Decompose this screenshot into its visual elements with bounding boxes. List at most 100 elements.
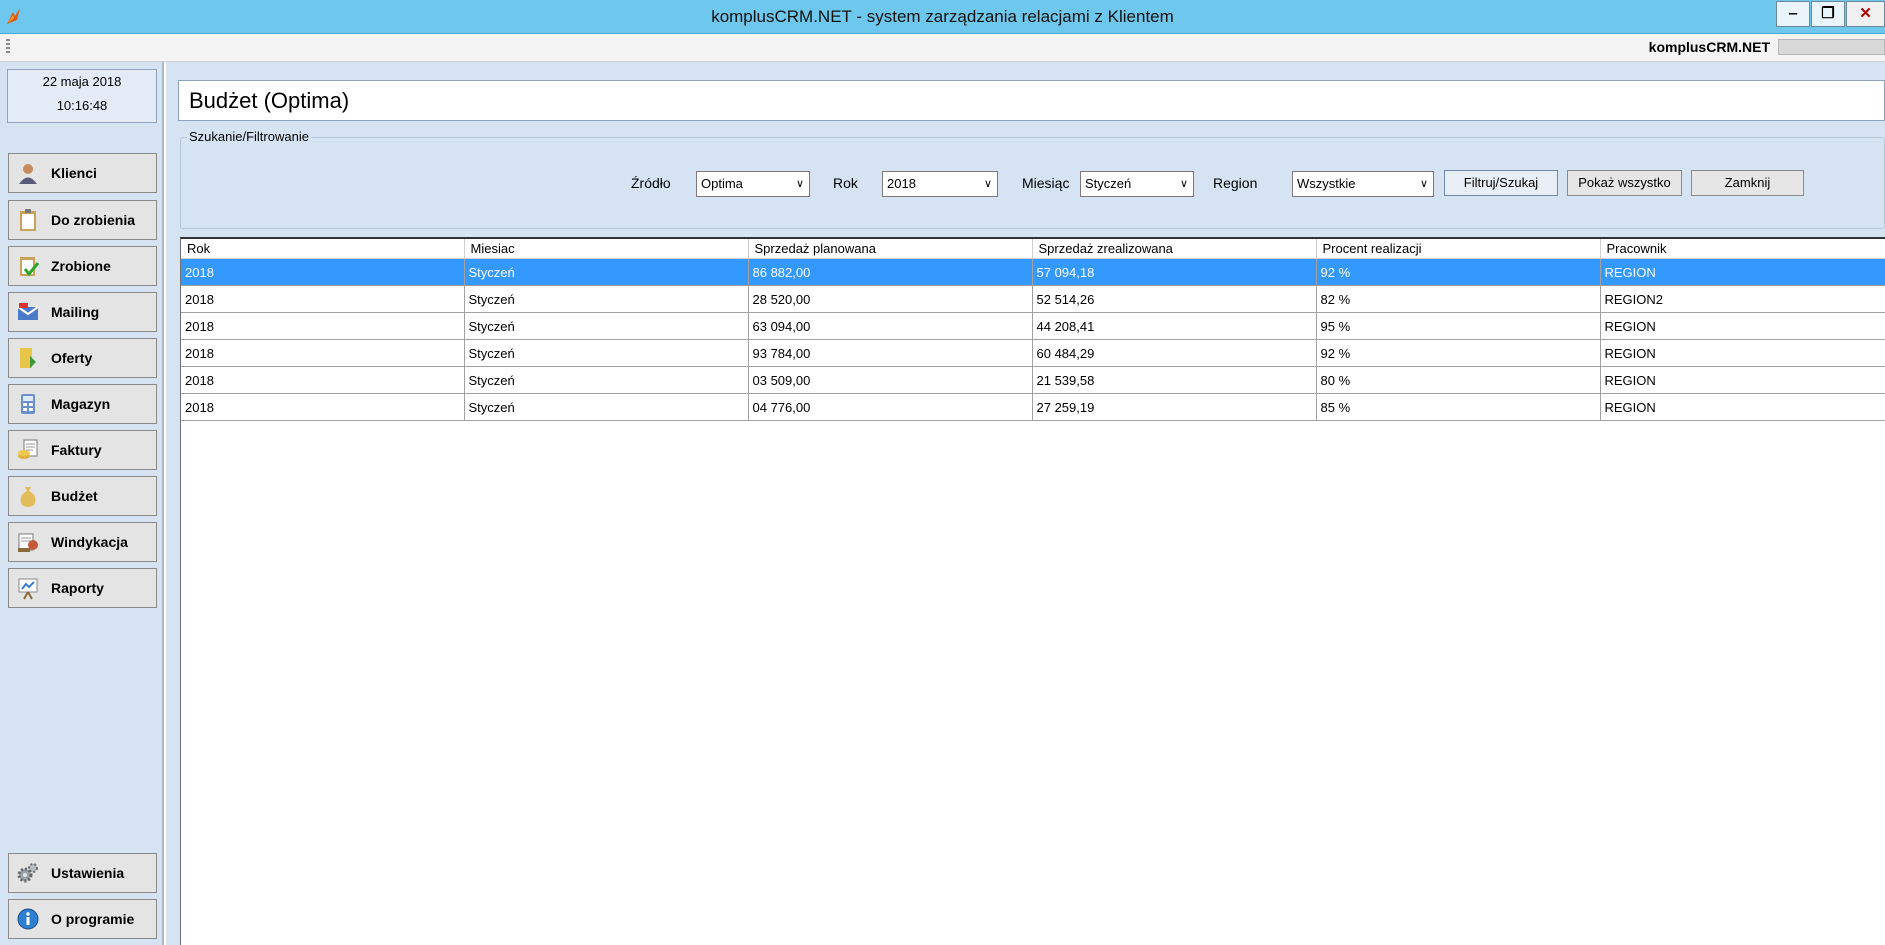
sidebar-item-label: Faktury [51,442,102,458]
sidebar-item-windykacja[interactable]: Windykacja [8,522,157,562]
sidebar-item-oferty[interactable]: Oferty [8,338,157,378]
mail-icon [15,299,41,325]
chevron-down-icon: ∨ [1179,178,1188,190]
current-time: 10:16:48 [56,98,108,113]
cell-rok: 2018 [181,285,465,313]
show-all-button[interactable]: Pokaż wszystko [1567,170,1682,196]
clipboard-check-icon [15,253,41,279]
table-row[interactable]: 2018 Styczeń 04 776,00 27 259,19 85 % RE… [181,393,1885,421]
cell-procent-realizacji: 92 % [1316,339,1601,367]
budget-grid[interactable]: Rok Miesiac Sprzedaż planowana Sprzedaż … [180,237,1885,945]
window-title: komplusCRM.NET - system zarządzania rela… [711,7,1174,26]
grid-header-row: Rok Miesiac Sprzedaż planowana Sprzedaż … [181,239,1885,259]
folder-icon [15,345,41,371]
month-select[interactable]: Styczeń ∨ [1080,171,1194,197]
region-select-value: Wszystkie [1297,176,1356,191]
toolstrip-grip[interactable] [6,39,10,55]
sidebar-item-budzet[interactable]: Budżet [8,476,157,516]
money-bag-icon [15,483,41,509]
cell-sprzedaz-planowana: 03 509,00 [748,366,1033,394]
maximize-button[interactable]: ❐ [1811,1,1845,27]
chevron-down-icon: ∨ [1419,178,1428,190]
table-row[interactable]: 2018 Styczeń 93 784,00 60 484,29 92 % RE… [181,339,1885,367]
calculator-icon [15,391,41,417]
cell-pracownik: REGION [1600,312,1885,340]
cell-sprzedaz-planowana: 04 776,00 [748,393,1033,421]
close-panel-button[interactable]: Zamknij [1691,170,1804,196]
sidebar-item-label: Mailing [51,304,100,320]
year-label: Rok [833,175,858,191]
column-header-sprzedaz-planowana[interactable]: Sprzedaż planowana [748,239,1033,259]
column-header-procent-realizacji[interactable]: Procent realizacji [1316,239,1601,259]
cell-rok: 2018 [181,258,465,286]
sidebar-item-label: Oferty [51,350,93,366]
column-header-miesiac[interactable]: Miesiac [464,239,749,259]
sidebar-item-magazyn[interactable]: Magazyn [8,384,157,424]
user-icon [15,160,41,186]
sidebar-item-label: O programie [51,911,135,927]
toolstrip: komplusCRM.NET [0,34,1885,62]
year-select[interactable]: 2018 ∨ [882,171,998,197]
table-row[interactable]: 2018 Styczeń 28 520,00 52 514,26 82 % RE… [181,285,1885,313]
cell-sprzedaz-zrealizowana: 27 259,19 [1032,393,1317,421]
table-row[interactable]: 2018 Styczeń 63 094,00 44 208,41 95 % RE… [181,312,1885,340]
current-date: 22 maja 2018 [42,74,122,89]
cell-sprzedaz-planowana: 63 094,00 [748,312,1033,340]
source-select-value: Optima [701,176,743,191]
minimize-button[interactable]: ‒ [1776,1,1810,27]
cell-sprzedaz-zrealizowana: 21 539,58 [1032,366,1317,394]
month-label: Miesiąc [1022,175,1070,191]
cell-sprzedaz-zrealizowana: 60 484,29 [1032,339,1317,367]
table-row[interactable]: 2018 Styczeń 03 509,00 21 539,58 80 % RE… [181,366,1885,394]
sidebar-item-faktury[interactable]: Faktury [8,430,157,470]
cell-procent-realizacji: 95 % [1316,312,1601,340]
source-label: Źródło [631,175,671,191]
sidebar-item-label: Klienci [51,165,97,181]
cell-sprzedaz-zrealizowana: 52 514,26 [1032,285,1317,313]
status-progress-bar [1778,39,1885,55]
cell-miesiac: Styczeń [464,258,749,286]
chevron-down-icon: ∨ [795,178,804,190]
sidebar-item-klienci[interactable]: Klienci [8,153,157,193]
month-select-value: Styczeń [1085,176,1132,191]
sidebar-item-label: Zrobione [51,258,111,274]
filter-search-button[interactable]: Filtruj/Szukaj [1444,170,1558,196]
cell-miesiac: Styczeń [464,285,749,313]
cell-miesiac: Styczeń [464,366,749,394]
column-header-rok[interactable]: Rok [181,239,465,259]
column-header-sprzedaz-zrealizowana[interactable]: Sprzedaż zrealizowana [1032,239,1317,259]
info-icon [15,906,41,932]
sidebar-item-label: Budżet [51,488,98,504]
cell-miesiac: Styczeń [464,312,749,340]
cell-sprzedaz-planowana: 86 882,00 [748,258,1033,286]
table-row[interactable]: 2018 Styczeń 86 882,00 57 094,18 92 % RE… [181,258,1885,286]
sidebar-item-ustawienia[interactable]: Ustawienia [8,853,157,893]
close-window-button[interactable]: ✕ [1846,1,1885,27]
cell-pracownik: REGION [1600,258,1885,286]
region-select[interactable]: Wszystkie ∨ [1292,171,1434,197]
cell-pracownik: REGION [1600,339,1885,367]
cell-sprzedaz-zrealizowana: 57 094,18 [1032,258,1317,286]
sidebar: 22 maja 2018 10:16:48 Klienci Do zrobien… [0,62,164,945]
chevron-down-icon: ∨ [983,178,992,190]
sidebar-item-o-programie[interactable]: O programie [8,899,157,939]
year-select-value: 2018 [887,176,916,191]
source-select[interactable]: Optima ∨ [696,171,810,197]
cell-sprzedaz-planowana: 93 784,00 [748,339,1033,367]
gears-icon [15,860,41,886]
sidebar-item-zrobione[interactable]: Zrobione [8,246,157,286]
debt-collection-icon [15,529,41,555]
cell-sprzedaz-zrealizowana: 44 208,41 [1032,312,1317,340]
sidebar-item-mailing[interactable]: Mailing [8,292,157,332]
title-bar: komplusCRM.NET - system zarządzania rela… [0,0,1885,34]
datetime-box: 22 maja 2018 10:16:48 [7,69,157,123]
filter-panel-legend: Szukanie/Filtrowanie [187,129,311,144]
column-header-pracownik[interactable]: Pracownik [1600,239,1885,259]
cell-rok: 2018 [181,339,465,367]
cell-procent-realizacji: 85 % [1316,393,1601,421]
sidebar-item-label: Magazyn [51,396,111,412]
sidebar-item-do-zrobienia[interactable]: Do zrobienia [8,200,157,240]
sidebar-item-label: Windykacja [51,534,128,550]
page-title: Budżet (Optima) [189,88,350,113]
sidebar-item-raporty[interactable]: Raporty [8,568,157,608]
